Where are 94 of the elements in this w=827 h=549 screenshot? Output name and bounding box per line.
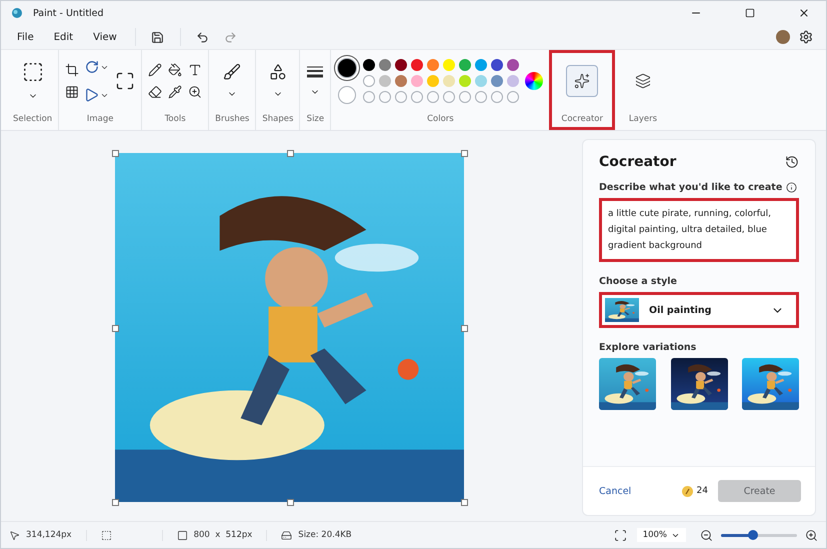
menu-item[interactable]: View bbox=[85, 28, 125, 46]
color-swatch[interactable] bbox=[507, 59, 520, 71]
group-label: Image bbox=[86, 113, 114, 126]
color-swatch[interactable] bbox=[363, 59, 376, 71]
color-wheel-icon[interactable] bbox=[525, 72, 544, 90]
color-swatch[interactable] bbox=[459, 59, 472, 71]
zoom-in-icon[interactable] bbox=[805, 528, 818, 542]
empty-swatch[interactable] bbox=[363, 91, 376, 103]
color-swatch[interactable] bbox=[363, 75, 376, 87]
canvas-size-icon bbox=[176, 530, 188, 540]
undo-icon[interactable] bbox=[196, 30, 210, 44]
slider-thumb[interactable] bbox=[748, 530, 758, 540]
group-label: Cocreator bbox=[561, 113, 603, 126]
canvas-size: 800 x 512px bbox=[194, 530, 252, 540]
group-label: Tools bbox=[164, 113, 186, 126]
empty-swatch[interactable] bbox=[459, 91, 472, 103]
avatar-icon[interactable] bbox=[776, 30, 790, 44]
file-size: Size: 20.4KB bbox=[298, 530, 352, 540]
magnifier-icon[interactable] bbox=[188, 85, 202, 99]
group-label: Colors bbox=[427, 113, 454, 126]
resize-handle[interactable] bbox=[286, 499, 294, 506]
resize-icon[interactable] bbox=[65, 85, 80, 99]
color-swatch[interactable] bbox=[395, 59, 408, 71]
pencil-icon[interactable] bbox=[148, 63, 162, 77]
eraser-icon[interactable] bbox=[148, 85, 162, 99]
fill-icon[interactable] bbox=[168, 63, 182, 77]
color-swatch[interactable] bbox=[427, 59, 440, 71]
resize-handle[interactable] bbox=[461, 324, 468, 332]
resize-handle[interactable] bbox=[461, 150, 468, 157]
group-label: Brushes bbox=[215, 113, 250, 126]
color-swatch[interactable] bbox=[491, 59, 504, 71]
rotate-icon[interactable] bbox=[85, 60, 100, 74]
group-label: Layers bbox=[628, 113, 658, 126]
zoom-out-icon[interactable] bbox=[700, 528, 713, 542]
info-icon[interactable] bbox=[786, 182, 798, 193]
empty-swatch[interactable] bbox=[379, 91, 392, 103]
empty-swatch[interactable] bbox=[395, 91, 408, 103]
close-icon[interactable] bbox=[798, 7, 810, 19]
menu-item[interactable]: Edit bbox=[46, 28, 82, 46]
panel-title: Cocreator bbox=[599, 154, 676, 170]
resize-handle[interactable] bbox=[112, 499, 119, 506]
style-dropdown[interactable]: Oil painting bbox=[599, 292, 799, 328]
resize-handle[interactable] bbox=[112, 150, 119, 157]
group-label: Selection bbox=[13, 113, 52, 126]
settings-icon[interactable] bbox=[799, 30, 813, 44]
color-picker-icon[interactable] bbox=[168, 85, 182, 99]
group-label: Shapes bbox=[262, 113, 294, 126]
empty-swatch[interactable] bbox=[507, 91, 520, 103]
app-icon bbox=[11, 7, 23, 19]
empty-swatch[interactable] bbox=[491, 91, 504, 103]
resize-handle[interactable] bbox=[286, 150, 294, 157]
color-swatch[interactable] bbox=[411, 59, 424, 71]
prompt-field[interactable]: a little cute pirate, running, colorful, digital painting, ultra detailed, blue gradient background bbox=[599, 198, 799, 262]
window-title: Paint - Untitled bbox=[33, 8, 105, 18]
layers-icon[interactable] bbox=[635, 73, 651, 89]
text-icon[interactable] bbox=[188, 63, 202, 77]
line-size-icon[interactable] bbox=[306, 65, 324, 79]
color-swatch[interactable] bbox=[491, 75, 504, 87]
cocreator-button[interactable] bbox=[566, 65, 598, 97]
pointer-icon bbox=[9, 530, 20, 540]
flip-icon[interactable] bbox=[85, 88, 100, 102]
resize-handle[interactable] bbox=[112, 324, 119, 332]
coin-icon bbox=[682, 486, 693, 496]
brush-icon[interactable] bbox=[223, 63, 242, 81]
empty-swatch[interactable] bbox=[427, 91, 440, 103]
style-label: Choose a style bbox=[599, 276, 677, 287]
sparkle-icon[interactable] bbox=[574, 73, 590, 89]
color-swatch[interactable] bbox=[475, 59, 488, 71]
cursor-position: 314,124px bbox=[26, 530, 72, 540]
resize-handle[interactable] bbox=[461, 499, 468, 506]
credit-count: 24 bbox=[696, 486, 708, 496]
selection-size-icon bbox=[100, 530, 112, 540]
maximize-icon[interactable] bbox=[745, 8, 755, 18]
empty-swatch[interactable] bbox=[475, 91, 488, 103]
crop-icon[interactable] bbox=[65, 63, 80, 77]
menu-item[interactable]: File bbox=[9, 28, 42, 46]
shapes-icon[interactable] bbox=[268, 63, 287, 81]
group-label: Size bbox=[306, 113, 324, 126]
variations-label: Explore variations bbox=[599, 342, 696, 353]
empty-swatch[interactable] bbox=[443, 91, 456, 103]
prompt-label: Describe what you'd like to create bbox=[599, 182, 782, 193]
color-swatch[interactable] bbox=[395, 75, 408, 87]
zoom-dropdown[interactable]: 100% bbox=[636, 528, 686, 542]
current-color[interactable] bbox=[337, 58, 358, 78]
empty-swatch[interactable] bbox=[411, 91, 424, 103]
redo-icon[interactable] bbox=[224, 30, 238, 44]
save-icon[interactable] bbox=[151, 30, 164, 44]
cancel-link[interactable]: Cancel bbox=[599, 486, 682, 496]
history-icon[interactable] bbox=[785, 155, 799, 169]
current-color[interactable] bbox=[338, 86, 356, 104]
select-icon[interactable] bbox=[22, 61, 44, 83]
color-swatch[interactable] bbox=[379, 59, 392, 71]
image-select-icon[interactable] bbox=[115, 71, 136, 91]
fit-view-icon[interactable] bbox=[614, 528, 627, 542]
